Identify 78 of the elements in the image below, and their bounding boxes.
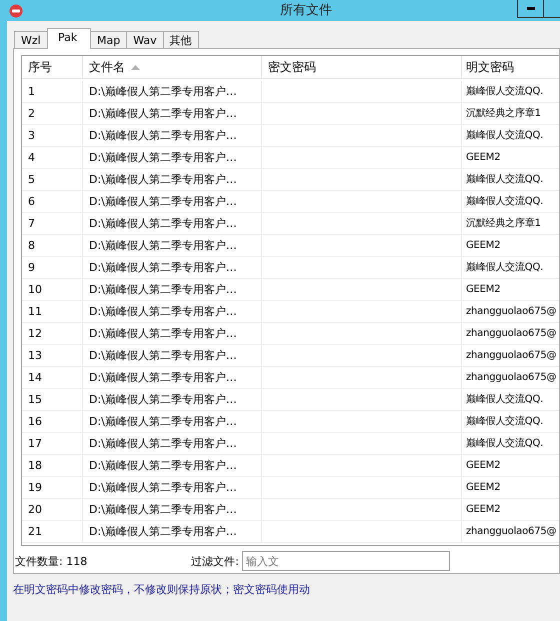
table-cell: 沉默经典之序章1 [462, 213, 559, 234]
table-cell: zhangguolao675@ [462, 345, 559, 366]
minimize-button[interactable] [517, 0, 544, 18]
table-cell: 巅峰假人交流QQ. [462, 389, 559, 410]
table-cell: 3 [22, 125, 83, 146]
table-cell: 沉默经典之序章1 [462, 103, 559, 124]
sort-ascending-icon [131, 64, 140, 70]
table-cell: 10 [22, 279, 83, 300]
table-cell: GEEM2 [462, 499, 559, 520]
table-cell: 11 [22, 301, 83, 322]
table-cell: 巅峰假人交流QQ. [462, 257, 559, 278]
table-cell: D:\巅峰假人第二季专用客户… [83, 147, 262, 168]
table-cell: 13 [22, 345, 83, 366]
table-cell: D:\巅峰假人第二季专用客户… [83, 235, 262, 256]
table-cell: D:\巅峰假人第二季专用客户… [83, 191, 262, 212]
table-cell: zhangguolao675@ [462, 367, 559, 388]
table-cell: 6 [22, 191, 83, 212]
table-cell: 4 [22, 147, 83, 168]
window-title: 所有文件 [280, 2, 332, 19]
filter-field[interactable]: 输入文 [242, 551, 450, 571]
table-cell: 1 [22, 81, 83, 102]
tab[interactable]: 其他 [162, 31, 199, 49]
table-cell: 14 [22, 367, 83, 388]
table-cell: 7 [22, 213, 83, 234]
table-cell: 巅峰假人交流QQ. [462, 169, 559, 190]
table-cell: 巅峰假人交流QQ. [462, 433, 559, 454]
tab[interactable]: Wzl [14, 31, 48, 49]
table-cell: 20 [22, 499, 83, 520]
app-icon [9, 4, 23, 18]
table-cell: zhangguolao675@ [462, 323, 559, 344]
table-cell: 15 [22, 389, 83, 410]
table-cell: 5 [22, 169, 83, 190]
table-cell: D:\巅峰假人第二季专用客户… [83, 455, 262, 476]
table-cell: D:\巅峰假人第二季专用客户… [83, 279, 262, 300]
table-cell: GEEM2 [462, 455, 559, 476]
table-cell: 巅峰假人交流QQ. [462, 191, 559, 212]
table-cell: D:\巅峰假人第二季专用客户… [83, 213, 262, 234]
table-cell: D:\巅峰假人第二季专用客户… [83, 411, 262, 432]
table-cell: zhangguolao675@ [462, 301, 559, 322]
table-cell: D:\巅峰假人第二季专用客户… [83, 389, 262, 410]
table-cell: D:\巅峰假人第二季专用客户… [83, 433, 262, 454]
table-cell: 巅峰假人交流QQ. [462, 125, 559, 146]
filter-label: 过滤文件: [191, 554, 239, 568]
table-cell: D:\巅峰假人第二季专用客户… [83, 499, 262, 520]
table-cell: 12 [22, 323, 83, 344]
file-count: 文件数量: 118 [15, 554, 88, 568]
table-cell: 9 [22, 257, 83, 278]
table-cell: 17 [22, 433, 83, 454]
table-cell: D:\巅峰假人第二季专用客户… [83, 477, 262, 498]
table-cell: D:\巅峰假人第二季专用客户… [83, 521, 262, 542]
table-cell: 19 [22, 477, 83, 498]
table-cell: 巅峰假人交流QQ. [462, 411, 559, 432]
table-cell: D:\巅峰假人第二季专用客户… [83, 169, 262, 190]
table-cell: GEEM2 [462, 235, 559, 256]
table-cell: 21 [22, 521, 83, 542]
table-cell: 18 [22, 455, 83, 476]
table-cell: D:\巅峰假人第二季专用客户… [83, 367, 262, 388]
table-cell: GEEM2 [462, 147, 559, 168]
table-cell: D:\巅峰假人第二季专用客户… [83, 301, 262, 322]
column-header[interactable]: 序号 [22, 56, 83, 78]
table-cell: 16 [22, 411, 83, 432]
column-header[interactable]: 密文密码 [262, 56, 462, 78]
table-cell: D:\巅峰假人第二季专用客户… [83, 323, 262, 344]
table-cell: 2 [22, 103, 83, 124]
table-cell: D:\巅峰假人第二季专用客户… [83, 103, 262, 124]
table-cell: zhangguolao675@ [462, 521, 559, 542]
table-cell: 8 [22, 235, 83, 256]
table-cell: GEEM2 [462, 477, 559, 498]
table-cell: D:\巅峰假人第二季专用客户… [83, 345, 262, 366]
table-cell: D:\巅峰假人第二季专用客户… [83, 125, 262, 146]
table-cell: 巅峰假人交流QQ. [462, 81, 559, 102]
tab[interactable]: Pak [47, 28, 91, 49]
table-cell: GEEM2 [462, 279, 559, 300]
table-cell: D:\巅峰假人第二季专用客户… [83, 81, 262, 102]
table-cell: D:\巅峰假人第二季专用客户… [83, 257, 262, 278]
column-header[interactable]: 文件名 [83, 56, 262, 78]
hint-text: 在明文密码中修改密码，不修改则保持原状；密文密码使用动 [12, 582, 311, 597]
column-header[interactable]: 明文密码 [462, 56, 559, 78]
